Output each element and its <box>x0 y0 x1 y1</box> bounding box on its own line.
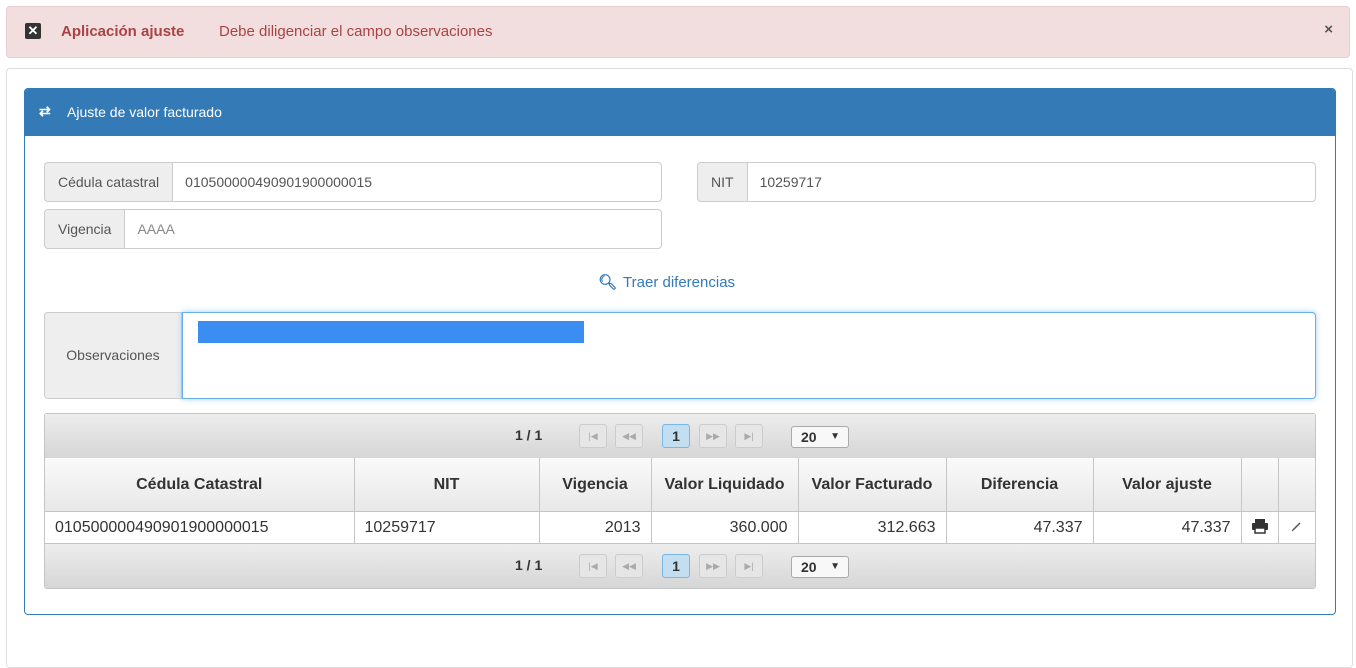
top-pager: 1 / 1 |◀ ◀◀ 1 ▶▶ ▶| 20 ▼ <box>45 414 1315 459</box>
page-number-button[interactable]: 1 <box>662 554 690 578</box>
results-grid: 1 / 1 |◀ ◀◀ 1 ▶▶ ▶| 20 ▼ Cédula Catastral… <box>44 413 1316 589</box>
last-page-button[interactable]: ▶| <box>735 424 763 448</box>
last-page-button[interactable]: ▶| <box>735 554 763 578</box>
nit-group: NIT 10259717 <box>697 162 1316 202</box>
cell-cedula: 010500000490901900000015 <box>45 511 355 544</box>
panel-header: ⇄ Ajuste de valor facturado <box>25 89 1335 136</box>
cedula-input[interactable]: 010500000490901900000015 <box>172 162 662 202</box>
column-header <box>1278 458 1315 512</box>
column-header[interactable]: NIT <box>354 458 540 512</box>
page-size-value: 20 <box>801 429 817 445</box>
pager-info: 1 / 1 <box>515 557 543 573</box>
results-table: Cédula Catastral NIT Vigencia Valor Liqu… <box>45 458 1315 544</box>
pencil-icon[interactable] <box>1278 511 1315 544</box>
panel-title: Ajuste de valor facturado <box>67 104 222 120</box>
error-alert: ✕ Aplicación ajuste Debe diligenciar el … <box>6 6 1350 58</box>
column-header[interactable]: Diferencia <box>946 458 1094 512</box>
first-page-button[interactable]: |◀ <box>579 554 607 578</box>
cell-valor-facturado: 312.663 <box>798 511 947 544</box>
page-size-value: 20 <box>801 559 817 575</box>
alert-message: Debe diligenciar el campo observaciones <box>219 23 493 40</box>
print-icon[interactable] <box>1241 511 1279 544</box>
bottom-pager: 1 / 1 |◀ ◀◀ 1 ▶▶ ▶| 20 ▼ <box>45 543 1315 588</box>
fetch-differences-link[interactable]: 🔍︎ Traer diferencias <box>598 273 735 291</box>
close-box-icon: ✕ <box>25 23 41 39</box>
column-header[interactable]: Valor Facturado <box>798 458 947 512</box>
column-header[interactable]: Valor Liquidado <box>651 458 799 512</box>
cedula-group: Cédula catastral 01050000049090190000001… <box>44 162 662 202</box>
swap-arrows-icon: ⇄ <box>39 103 51 119</box>
page-size-select[interactable]: 20 ▼ <box>791 426 849 448</box>
fetch-differences-label: Traer diferencias <box>623 274 736 291</box>
vigencia-label: Vigencia <box>44 209 125 249</box>
search-icon: 🔍︎ <box>598 274 618 291</box>
alert-close-button[interactable]: × <box>1324 21 1333 38</box>
column-header[interactable]: Cédula Catastral <box>45 458 355 512</box>
first-page-button[interactable]: |◀ <box>579 424 607 448</box>
vigencia-input[interactable]: AAAA <box>124 209 662 249</box>
alert-title: Aplicación ajuste <box>61 23 185 40</box>
cell-vigencia: 2013 <box>539 511 652 544</box>
prev-page-button[interactable]: ◀◀ <box>615 554 643 578</box>
vigencia-group: Vigencia AAAA <box>44 209 662 249</box>
nit-input[interactable]: 10259717 <box>746 162 1316 202</box>
text-selection-highlight <box>198 321 584 343</box>
observaciones-textarea[interactable] <box>182 312 1316 399</box>
observaciones-label: Observaciones <box>44 312 182 399</box>
column-header[interactable]: Valor ajuste <box>1093 458 1242 512</box>
page-size-select[interactable]: 20 ▼ <box>791 556 849 578</box>
table-row[interactable]: 010500000490901900000015 10259717 2013 3… <box>45 511 1315 544</box>
nit-label: NIT <box>697 162 747 202</box>
next-page-button[interactable]: ▶▶ <box>699 424 727 448</box>
page-number-button[interactable]: 1 <box>662 424 690 448</box>
column-header[interactable]: Vigencia <box>539 458 652 512</box>
cell-diferencia: 47.337 <box>946 511 1094 544</box>
column-header <box>1241 458 1279 512</box>
cedula-label: Cédula catastral <box>44 162 173 202</box>
prev-page-button[interactable]: ◀◀ <box>615 424 643 448</box>
cell-nit: 10259717 <box>354 511 540 544</box>
next-page-button[interactable]: ▶▶ <box>699 554 727 578</box>
chevron-down-icon: ▼ <box>830 561 840 572</box>
pager-info: 1 / 1 <box>515 427 543 443</box>
cell-valor-liquidado: 360.000 <box>651 511 799 544</box>
cell-valor-ajuste: 47.337 <box>1093 511 1242 544</box>
chevron-down-icon: ▼ <box>830 431 840 442</box>
